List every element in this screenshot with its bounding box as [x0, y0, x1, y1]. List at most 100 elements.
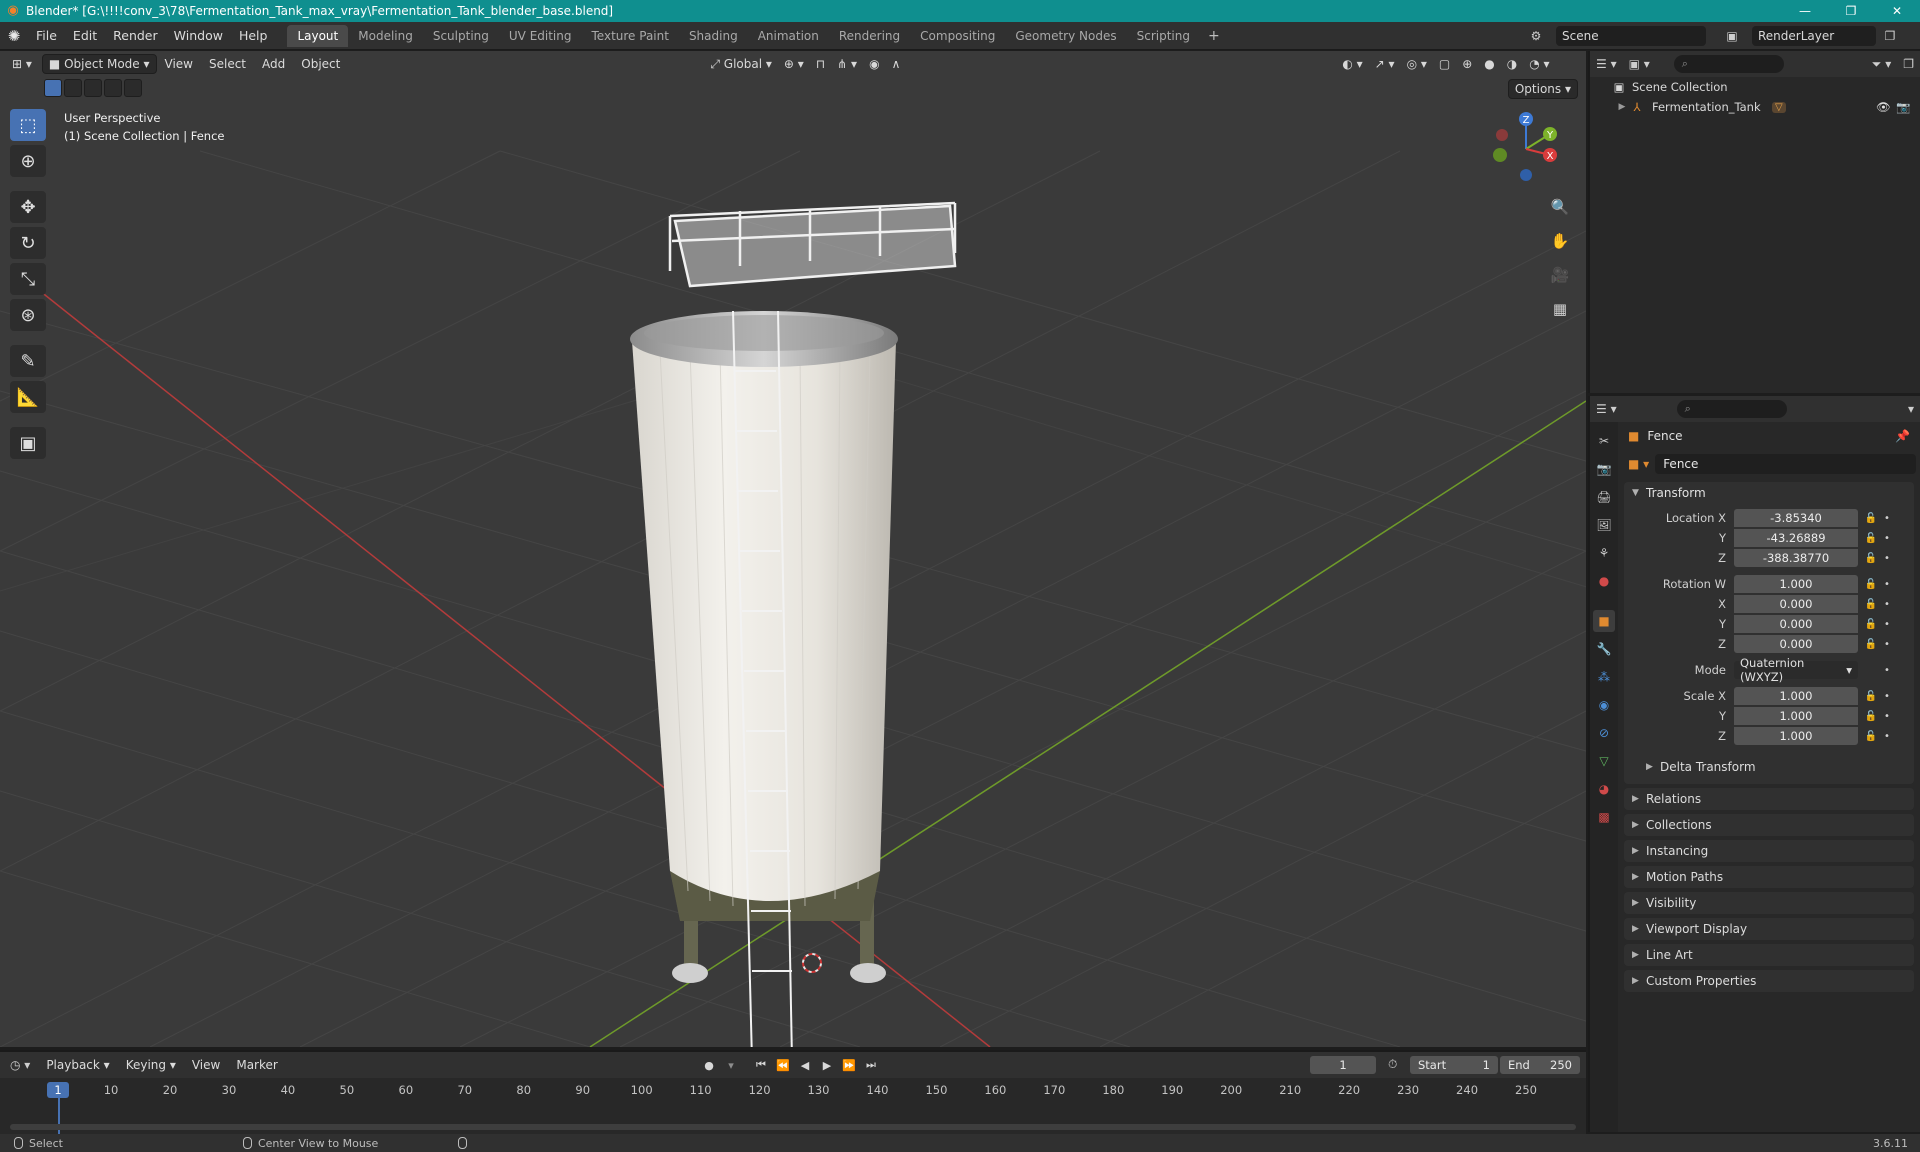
tab-animation[interactable]: Animation: [748, 25, 829, 47]
editor-type-icon[interactable]: ☰ ▾: [1596, 402, 1617, 416]
menu-render[interactable]: Render: [105, 22, 166, 50]
menu-help[interactable]: Help: [231, 22, 276, 50]
lock-icon[interactable]: 🔓: [1862, 731, 1880, 742]
rotation-mode-dropdown[interactable]: Quaternion (WXYZ) ▾: [1734, 656, 1858, 684]
location-y-field[interactable]: -43.26889: [1734, 529, 1858, 547]
perspective-toggle-icon[interactable]: ▦: [1546, 295, 1574, 323]
viewport-menu-select[interactable]: Select: [201, 54, 254, 74]
start-frame-field[interactable]: Start 1: [1410, 1056, 1498, 1074]
solid-shading-icon[interactable]: ●: [1478, 54, 1500, 74]
measure-tool-icon[interactable]: 📐: [10, 381, 46, 413]
select-invert-icon[interactable]: [104, 79, 122, 97]
jump-prev-keyframe-icon[interactable]: ⏪: [774, 1055, 792, 1075]
keyframe-dot-icon[interactable]: •: [1880, 599, 1894, 610]
menu-file[interactable]: File: [28, 22, 65, 50]
object-tab-icon[interactable]: ■: [1593, 610, 1615, 632]
overlay-toggle-icon[interactable]: ◎ ▾: [1401, 54, 1433, 74]
render-layer-field[interactable]: RenderLayer: [1752, 26, 1876, 46]
keyframe-dot-icon[interactable]: •: [1880, 553, 1894, 564]
select-extend-icon[interactable]: [64, 79, 82, 97]
world-tab-icon[interactable]: ●: [1593, 570, 1615, 592]
maximize-button[interactable]: ❐: [1828, 0, 1874, 22]
lock-icon[interactable]: 🔓: [1862, 711, 1880, 722]
tab-scripting[interactable]: Scripting: [1127, 25, 1200, 47]
rotation-z-field[interactable]: 0.000: [1734, 635, 1858, 653]
jump-next-keyframe-icon[interactable]: ⏩: [840, 1055, 858, 1075]
scene-field[interactable]: Scene: [1556, 26, 1706, 46]
select-new-icon[interactable]: [44, 79, 62, 97]
tab-modeling[interactable]: Modeling: [348, 25, 423, 47]
location-x-field[interactable]: -3.85340: [1734, 509, 1858, 527]
collections-panel[interactable]: ▶ Collections: [1624, 814, 1914, 836]
particles-tab-icon[interactable]: ⁂: [1593, 666, 1615, 688]
viewport-menu-add[interactable]: Add: [254, 54, 293, 74]
material-tab-icon[interactable]: ◕: [1593, 778, 1615, 800]
add-cube-tool-icon[interactable]: ▣: [10, 427, 46, 459]
minimize-button[interactable]: —: [1782, 0, 1828, 22]
tab-sculpting[interactable]: Sculpting: [423, 25, 499, 47]
expand-arrow-icon[interactable]: ▶: [1616, 102, 1628, 112]
editor-type-button[interactable]: ⊞ ▾: [6, 54, 38, 74]
new-layer-icon[interactable]: ❐: [1880, 26, 1900, 46]
filter-icon[interactable]: ⏷ ▾: [1872, 57, 1891, 72]
keyframe-dot-icon[interactable]: •: [1880, 665, 1894, 676]
pivot-point-button[interactable]: ⊕ ▾: [778, 54, 810, 74]
gizmo-toggle-icon[interactable]: ↗ ▾: [1369, 54, 1401, 74]
lock-icon[interactable]: 🔓: [1862, 619, 1880, 630]
move-tool-icon[interactable]: ✥: [10, 191, 46, 223]
keyframe-dot-icon[interactable]: •: [1880, 533, 1894, 544]
data-tab-icon[interactable]: ▽: [1593, 750, 1615, 772]
tab-rendering[interactable]: Rendering: [829, 25, 910, 47]
physics-tab-icon[interactable]: ◉: [1593, 694, 1615, 716]
keyframe-dot-icon[interactable]: •: [1880, 691, 1894, 702]
select-box-tool-icon[interactable]: ⬚: [10, 109, 46, 141]
display-mode-icon[interactable]: ▣ ▾: [1629, 57, 1650, 71]
wireframe-shading-icon[interactable]: ⊕: [1456, 54, 1478, 74]
end-frame-field[interactable]: End 250: [1500, 1056, 1580, 1074]
gizmo-neg-x[interactable]: [1496, 129, 1508, 141]
lock-icon[interactable]: 🔓: [1862, 639, 1880, 650]
rotation-x-field[interactable]: 0.000: [1734, 595, 1858, 613]
menu-edit[interactable]: Edit: [65, 22, 105, 50]
keyframe-dot-icon[interactable]: •: [1880, 513, 1894, 524]
rotate-tool-icon[interactable]: ↻: [10, 227, 46, 259]
xray-toggle-icon[interactable]: ▢: [1433, 54, 1456, 74]
zoom-icon[interactable]: 🔍: [1546, 193, 1574, 221]
new-collection-icon[interactable]: ❐: [1903, 57, 1914, 71]
playhead-line[interactable]: [58, 1098, 60, 1136]
select-subtract-icon[interactable]: [84, 79, 102, 97]
visibility-panel[interactable]: ▶ Visibility: [1624, 892, 1914, 914]
options-button[interactable]: Options ▾: [1507, 79, 1578, 99]
menu-window[interactable]: Window: [166, 22, 231, 50]
scale-z-field[interactable]: 1.000: [1734, 727, 1858, 745]
tab-texture-paint[interactable]: Texture Paint: [582, 25, 679, 47]
constraints-tab-icon[interactable]: ⊘: [1593, 722, 1615, 744]
proportional-edit-icon[interactable]: ◉: [863, 54, 885, 74]
close-button[interactable]: ✕: [1874, 0, 1920, 22]
current-frame-field[interactable]: 1: [1310, 1056, 1376, 1074]
viewport-canvas[interactable]: [0, 51, 1586, 1047]
tab-layout[interactable]: Layout: [287, 24, 349, 47]
timeline-scrollbar[interactable]: [10, 1124, 1576, 1130]
record-options-icon[interactable]: ▾: [722, 1055, 740, 1075]
transform-tool-icon[interactable]: ⊛: [10, 299, 46, 331]
camera-render-icon[interactable]: 📷: [1896, 100, 1910, 114]
properties-search-input[interactable]: ⌕: [1676, 400, 1787, 418]
keyframe-dot-icon[interactable]: •: [1880, 711, 1894, 722]
keyframe-dot-icon[interactable]: •: [1880, 619, 1894, 630]
timeline-menu-keying[interactable]: Keying ▾: [118, 1058, 184, 1072]
timeline-menu-view[interactable]: View: [184, 1058, 228, 1072]
lock-icon[interactable]: 🔓: [1862, 691, 1880, 702]
instancing-panel[interactable]: ▶ Instancing: [1624, 840, 1914, 862]
play-reverse-icon[interactable]: ◀: [796, 1055, 814, 1075]
relations-panel[interactable]: ▶ Relations: [1624, 788, 1914, 810]
frame-ruler[interactable]: 1 10 20 30 40 50 60 70 80 90 100 110 120 130 140 150 160…: [0, 1080, 1586, 1100]
stopwatch-icon[interactable]: ⏱: [1388, 1057, 1397, 1072]
jump-start-icon[interactable]: ⏮: [752, 1055, 770, 1075]
outliner-search-input[interactable]: ⌕: [1673, 55, 1784, 73]
snap-target-button[interactable]: ⋔ ▾: [831, 54, 863, 74]
rotation-w-field[interactable]: 1.000: [1734, 575, 1858, 593]
play-icon[interactable]: ▶: [818, 1055, 836, 1075]
rendered-shading-icon[interactable]: ◔ ▾: [1523, 54, 1555, 74]
scene-tab-icon[interactable]: ⚘: [1593, 542, 1615, 564]
